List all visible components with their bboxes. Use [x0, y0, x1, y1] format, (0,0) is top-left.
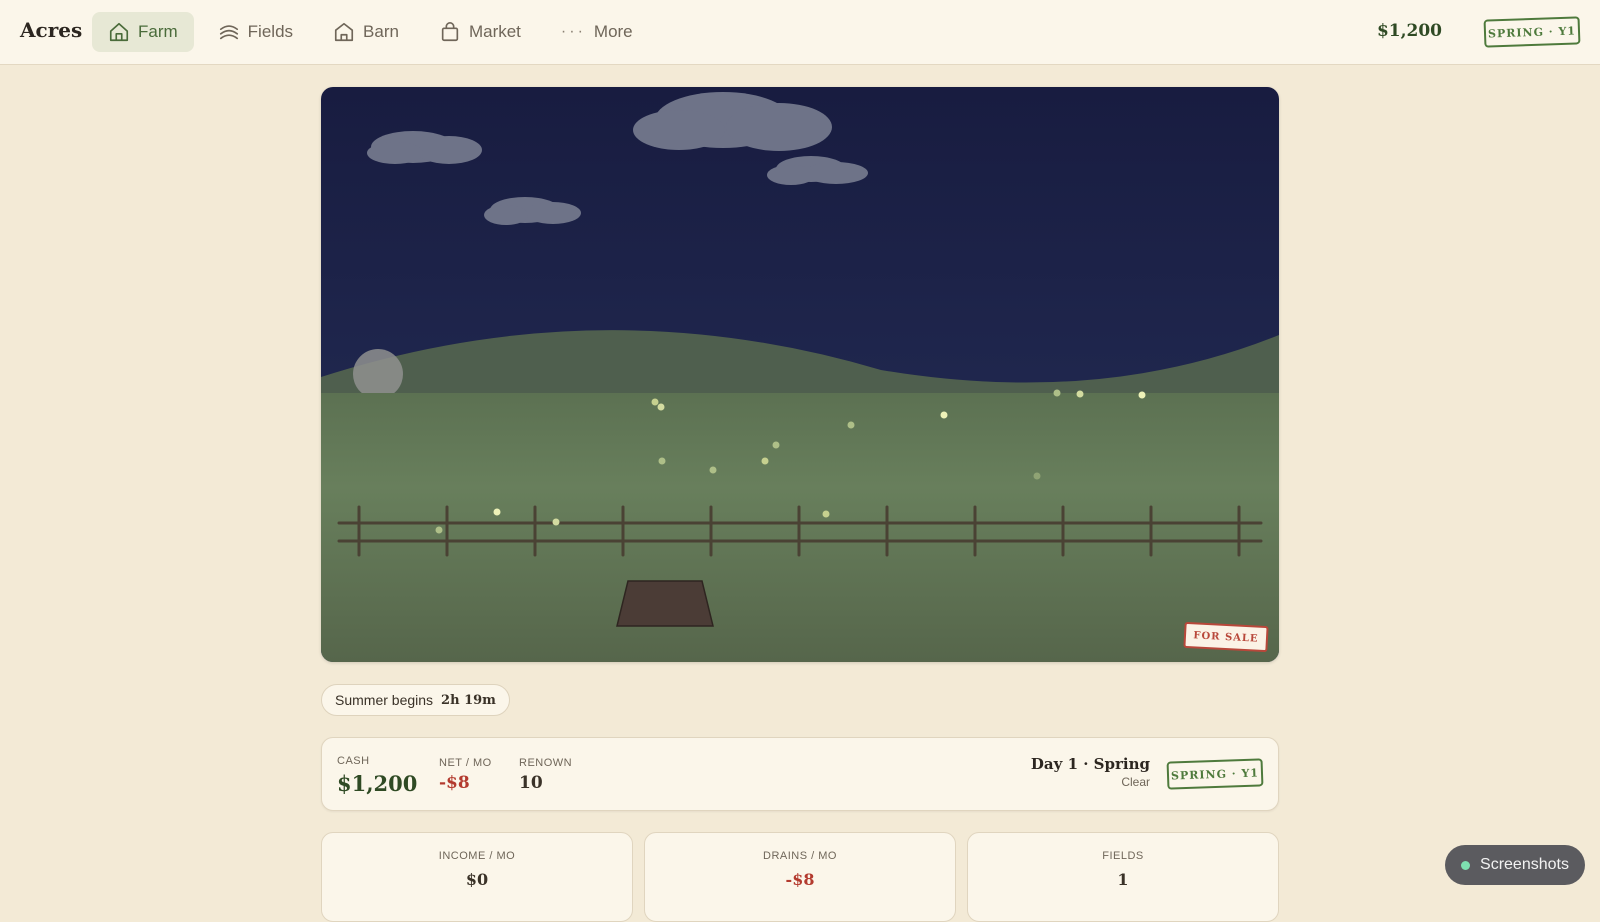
screenshots-label: Screenshots [1480, 856, 1569, 873]
for-sale-sign[interactable]: FOR SALE [1183, 621, 1269, 653]
firefly [657, 403, 665, 411]
home-icon [109, 22, 129, 42]
firefly [709, 466, 717, 474]
firefly [822, 510, 830, 518]
renown-value: 10 [519, 773, 543, 793]
nav-more[interactable]: ··· More [545, 12, 649, 52]
renown-label: RENOWN [519, 757, 573, 769]
season-timer: Summer begins 2h 19m [321, 684, 510, 716]
wheat-icon [219, 25, 238, 40]
day-title: Day 1 · Spring [1030, 755, 1150, 773]
weather-label: Clear [1121, 775, 1150, 789]
season-stamp: SPRING · Y1 [1483, 16, 1581, 48]
screenshots-button[interactable]: Screenshots [1445, 845, 1585, 885]
firefly [1053, 389, 1061, 397]
net-value: -$8 [439, 773, 470, 793]
income-card: INCOME / MO $0 [321, 832, 633, 922]
season-timer-time: 2h 19m [441, 692, 496, 708]
season-stamp-card: SPRING · Y1 [1166, 758, 1264, 790]
firefly [658, 457, 666, 465]
nav-barn-label: Barn [363, 22, 399, 41]
main-nav: Farm Fields Barn Market ··· More [92, 12, 649, 52]
nav-market-label: Market [468, 22, 521, 41]
app-title: Acres [20, 18, 83, 42]
firefly [772, 441, 780, 449]
top-nav-bar: Acres Farm Fields Barn Market ··· More $… [0, 0, 1600, 65]
net-stat: NET / MO -$8 [439, 757, 492, 793]
header-cash: $1,200 [1376, 21, 1442, 41]
barn-icon [334, 22, 354, 42]
fields-value: 1 [1117, 870, 1129, 889]
cash-stat: CASH $1,200 [337, 755, 417, 796]
farm-scene[interactable] [321, 87, 1279, 662]
firefly [552, 518, 560, 526]
cash-value: $1,200 [337, 771, 418, 796]
bag-icon [441, 22, 459, 42]
nav-fields[interactable]: Fields [202, 12, 309, 52]
drains-card: DRAINS / MO -$8 [644, 832, 956, 922]
status-dot-icon [1461, 860, 1471, 870]
nav-market[interactable]: Market [423, 12, 537, 52]
nav-farm[interactable]: Farm [92, 12, 194, 52]
firefly [651, 398, 659, 406]
renown-stat: RENOWN 10 [519, 757, 572, 793]
firefly [1033, 472, 1041, 480]
firefly [1076, 390, 1084, 398]
dirt-plot[interactable] [616, 580, 714, 627]
drains-label: DRAINS / MO [763, 850, 837, 862]
moon [353, 349, 403, 399]
farm-scene-illustration [321, 87, 1279, 662]
firefly [761, 457, 769, 465]
firefly [435, 526, 443, 534]
income-value: $0 [465, 870, 489, 889]
season-timer-label: Summer begins [335, 692, 434, 708]
firefly [1138, 391, 1146, 399]
fields-card: FIELDS 1 [967, 832, 1279, 922]
income-label: INCOME / MO [438, 850, 516, 862]
dots-icon: ··· [560, 23, 586, 40]
net-label: NET / MO [439, 757, 492, 769]
drains-value: -$8 [785, 870, 815, 889]
cash-label: CASH [337, 755, 370, 767]
nav-farm-label: Farm [138, 22, 178, 41]
fields-label: FIELDS [1102, 850, 1144, 862]
nav-fields-label: Fields [247, 22, 294, 41]
nav-barn[interactable]: Barn [317, 12, 415, 52]
firefly [847, 421, 855, 429]
status-card: CASH $1,200 NET / MO -$8 RENOWN 10 Day 1… [321, 737, 1279, 811]
day-info: Day 1 · Spring Clear [1031, 755, 1150, 789]
firefly [940, 411, 948, 419]
firefly [493, 508, 501, 516]
nav-more-label: More [593, 22, 633, 41]
